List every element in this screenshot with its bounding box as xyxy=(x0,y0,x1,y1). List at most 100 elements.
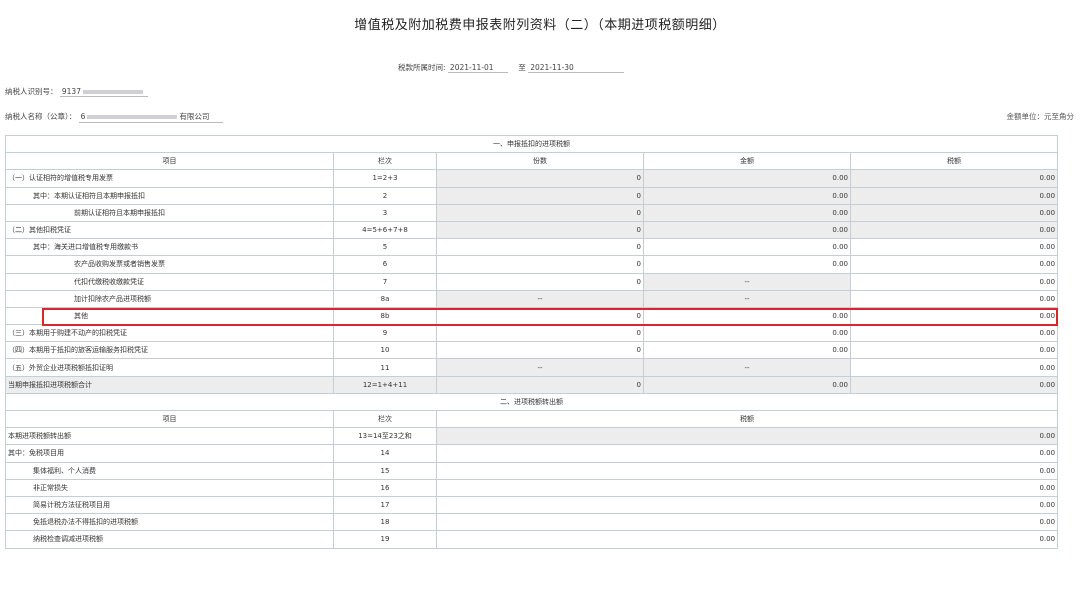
taxpayer-id-value: 9137 xyxy=(61,87,81,96)
table-row: 本期进项税额转出额 13=14至23之和 0.00 xyxy=(5,427,1059,446)
amount-unit: 金额单位：元至角分 xyxy=(1006,112,1075,121)
amount-cell: -- xyxy=(643,289,851,308)
row-label: （二）其他扣税凭证 xyxy=(5,220,334,240)
table-row: （一）认证相符的增值税专用发票 1=2+3 0 0.00 0.00 xyxy=(5,169,1059,188)
row-line-number: 2 xyxy=(333,186,437,205)
tax-period-label: 税款所属时间: xyxy=(398,63,446,72)
tax-cell[interactable]: 0.00 xyxy=(849,324,1059,343)
amount-cell[interactable]: 0.00 xyxy=(643,238,851,257)
item-header: 项目 xyxy=(5,152,334,171)
taxpayer-id-row: 纳税人识别号： 9137 xyxy=(5,86,148,97)
section-title: 一、申报抵扣的进项税额 xyxy=(4,134,1059,154)
tax-header: 税额 xyxy=(435,409,1059,429)
row-line-number: 10 xyxy=(333,341,437,360)
tax-cell: 0.00 xyxy=(435,427,1059,446)
table-row: （四）本期用于抵扣的旅客运输服务扣税凭证 10 0 0.00 0.00 xyxy=(5,341,1059,360)
amount-cell: 0.00 xyxy=(643,169,851,188)
table-row: （五）外贸企业进项税额抵扣证明 11 -- -- 0.00 xyxy=(5,358,1059,377)
count-cell[interactable]: 0 xyxy=(436,255,644,274)
tax-cell: 0.00 xyxy=(849,169,1059,188)
taxpayer-name-label: 纳税人名称（公章）： xyxy=(5,112,77,121)
section1-title-row: 一、申报抵扣的进项税额 xyxy=(4,134,1059,154)
row-line-number: 6 xyxy=(333,255,437,274)
tax-cell[interactable]: 0.00 xyxy=(435,530,1059,549)
tax-cell: 0.00 xyxy=(849,203,1059,222)
amount-cell: -- xyxy=(643,358,851,377)
tax-cell: 0.00 xyxy=(849,186,1059,205)
row-label: 农产品收购发票或者销售发票 xyxy=(5,255,334,274)
count-cell[interactable]: 0 xyxy=(436,272,644,291)
count-cell[interactable]: 0 xyxy=(436,324,644,343)
section-title: 二、进项税额转出额 xyxy=(4,392,1059,412)
tax-cell[interactable]: 0.00 xyxy=(849,238,1059,257)
line-header: 栏次 xyxy=(333,409,437,429)
amount-cell: 0.00 xyxy=(643,220,851,240)
count-cell: -- xyxy=(436,358,644,377)
row-label: 前期认证相符且本期申报抵扣 xyxy=(5,203,334,222)
tax-cell: 0.00 xyxy=(849,220,1059,240)
count-cell: 0 xyxy=(436,203,644,222)
row-label: 纳税检查调减进项税额 xyxy=(5,530,334,549)
amount-cell[interactable]: 0.00 xyxy=(643,255,851,274)
count-cell: -- xyxy=(436,289,644,308)
tax-cell: 0.00 xyxy=(849,375,1059,394)
row-line-number: 1=2+3 xyxy=(333,169,437,188)
table-row: 免抵退税办法不得抵扣的进项税额 18 0.00 xyxy=(5,513,1059,532)
count-cell: 0 xyxy=(436,375,644,394)
tax-detail-table: 一、申报抵扣的进项税额 项目 栏次 份数 金额 税额 （一）认证相符的增值税专用发票 1=2+… xyxy=(4,134,1059,549)
table-row: 简易计税方法征税项目用 17 0.00 xyxy=(5,495,1059,515)
row-label: 其中：海关进口增值税专用缴款书 xyxy=(5,238,334,257)
amount-cell: 0.00 xyxy=(643,203,851,222)
table-row: 当期申报抵扣进项税额合计 12=1+4+11 0 0.00 0.00 xyxy=(5,375,1059,394)
row-label: 当期申报抵扣进项税额合计 xyxy=(5,375,334,394)
highlight-box xyxy=(42,308,1058,326)
row-line-number: 5 xyxy=(333,238,437,257)
section2-title-row: 二、进项税额转出额 xyxy=(4,392,1059,412)
count-cell[interactable]: 0 xyxy=(436,341,644,360)
amount-header: 金额 xyxy=(643,152,851,171)
tax-cell[interactable]: 0.00 xyxy=(435,461,1059,480)
table-row: 加计扣除农产品进项税额 8a -- -- 0.00 xyxy=(5,289,1059,308)
taxpayer-id-label: 纳税人识别号： xyxy=(5,87,58,96)
row-line-number: 14 xyxy=(333,444,437,463)
row-line-number: 18 xyxy=(333,513,437,532)
amount-cell: -- xyxy=(643,272,851,291)
table-row: 集体福利、个人消费 15 0.00 xyxy=(5,461,1059,480)
tax-cell[interactable]: 0.00 xyxy=(435,478,1059,497)
tax-cell[interactable]: 0.00 xyxy=(849,289,1059,308)
tax-header: 税额 xyxy=(849,152,1059,171)
table-row: 代扣代缴税收缴款凭证 7 0 -- 0.00 xyxy=(5,272,1059,291)
taxpayer-id-field: 9137 xyxy=(59,87,148,97)
count-cell: 0 xyxy=(436,169,644,188)
tax-cell[interactable]: 0.00 xyxy=(435,495,1059,515)
section1-header-row: 项目 栏次 份数 金额 税额 xyxy=(5,152,1059,171)
row-line-number: 16 xyxy=(333,478,437,497)
amount-cell[interactable]: 0.00 xyxy=(643,324,851,343)
row-label: （一）认证相符的增值税专用发票 xyxy=(5,169,334,188)
tax-cell[interactable]: 0.00 xyxy=(849,358,1059,377)
period-end-field: 2021-11-30 xyxy=(528,63,625,73)
row-line-number: 9 xyxy=(333,324,437,343)
amount-cell[interactable]: 0.00 xyxy=(643,341,851,360)
row-label: （五）外贸企业进项税额抵扣证明 xyxy=(5,358,334,377)
row-label: 非正常损失 xyxy=(5,478,334,497)
tax-cell[interactable]: 0.00 xyxy=(435,444,1059,463)
row-label: 其中：免税项目用 xyxy=(5,444,334,463)
tax-cell[interactable]: 0.00 xyxy=(435,513,1059,532)
count-cell[interactable]: 0 xyxy=(436,238,644,257)
redacted-mask xyxy=(82,90,143,94)
line-header: 栏次 xyxy=(333,152,437,171)
row-line-number: 8a xyxy=(333,289,437,308)
taxpayer-name-field: 6 有限公司 xyxy=(78,111,223,123)
table-row: 其中：本期认证相符且本期申报抵扣 2 0 0.00 0.00 xyxy=(5,186,1059,205)
period-start-field: 2021-11-01 xyxy=(447,63,508,73)
table-row: 农产品收购发票或者销售发票 6 0 0.00 0.00 xyxy=(5,255,1059,274)
table-row: 前期认证相符且本期申报抵扣 3 0 0.00 0.00 xyxy=(5,203,1059,222)
table-row: 其中：免税项目用 14 0.00 xyxy=(5,444,1059,463)
period-to-label: 至 xyxy=(518,63,526,72)
row-label: 免抵退税办法不得抵扣的进项税额 xyxy=(5,513,334,532)
tax-cell[interactable]: 0.00 xyxy=(849,255,1059,274)
row-label: 加计扣除农产品进项税额 xyxy=(5,289,334,308)
tax-cell[interactable]: 0.00 xyxy=(849,272,1059,291)
tax-cell[interactable]: 0.00 xyxy=(849,341,1059,360)
